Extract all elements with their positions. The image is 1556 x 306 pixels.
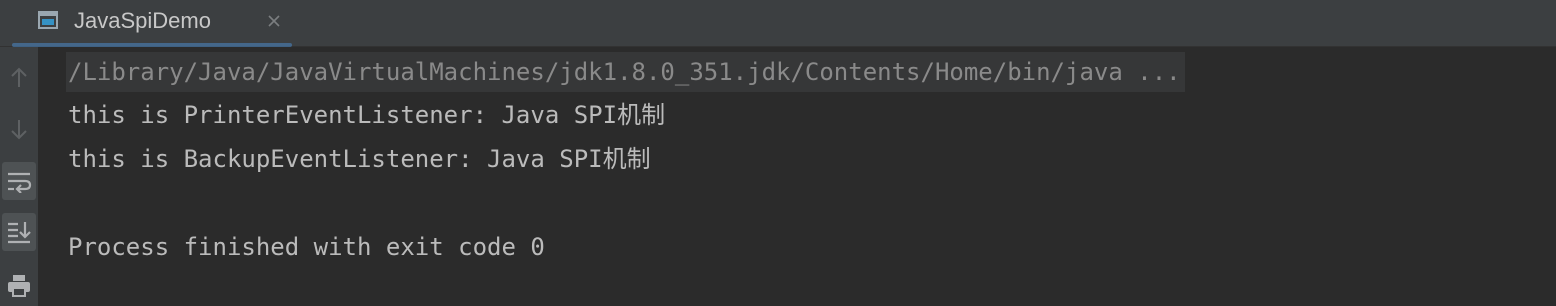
console-left-toolbar [0, 47, 38, 306]
soft-wrap-button[interactable] [2, 162, 36, 200]
run-tab-bar: JavaSpiDemo [0, 0, 1556, 47]
print-icon [6, 273, 32, 297]
scroll-to-end-icon [6, 220, 32, 244]
arrow-up-icon [8, 66, 30, 90]
print-button[interactable] [2, 266, 36, 304]
scroll-to-end-button[interactable] [2, 213, 36, 251]
console-line: this is PrinterEventListener: Java SPI机制 [68, 101, 666, 129]
console-line: this is BackupEventListener: Java SPI机制 [68, 145, 651, 173]
soft-wrap-icon [6, 169, 32, 193]
tab-javaspidemo[interactable]: JavaSpiDemo [12, 0, 292, 47]
process-exit-message: Process finished with exit code 0 [68, 233, 545, 261]
run-tool-window: JavaSpiDemo /Library/Java/JavaVirtualMac… [0, 0, 1556, 306]
command-line: /Library/Java/JavaVirtualMachines/jdk1.8… [66, 52, 1185, 92]
console-output[interactable]: /Library/Java/JavaVirtualMachines/jdk1.8… [38, 47, 1556, 306]
down-stack-trace-button[interactable] [2, 110, 36, 148]
up-stack-trace-button[interactable] [2, 59, 36, 97]
close-icon[interactable] [264, 11, 284, 31]
tab-title: JavaSpiDemo [74, 8, 211, 33]
arrow-down-icon [8, 117, 30, 141]
console-window-icon [38, 11, 58, 29]
